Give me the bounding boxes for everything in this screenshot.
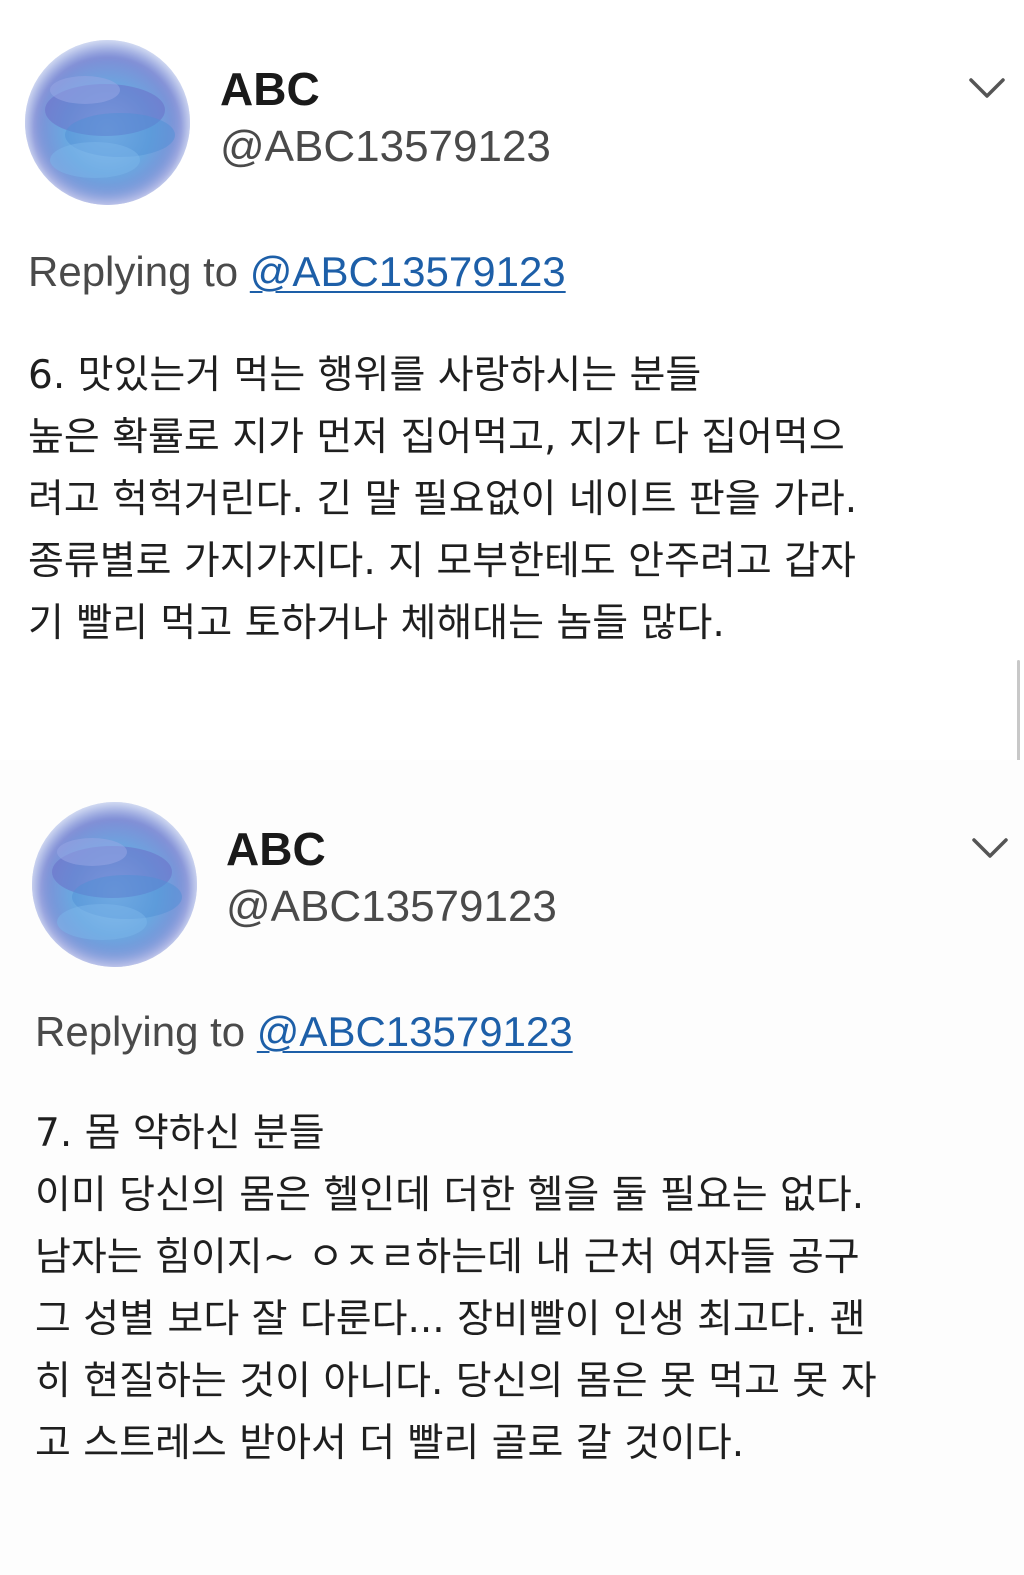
avatar[interactable] bbox=[25, 40, 190, 205]
tweet-body-line: 7. 몸 약하신 분들 bbox=[35, 1111, 325, 1156]
replying-prefix: Replying to bbox=[35, 1008, 257, 1055]
tweet-card-2[interactable]: ABC @ABC13579123 Replying to @ABC1357912… bbox=[0, 760, 1024, 1575]
tweet-body-line: 종류별로 가지가지다. 지 모부한테도 안주려고 갑자 bbox=[28, 539, 856, 584]
tweet-body-line: 이미 당신의 몸은 헬인데 더한 헬을 둘 필요는 없다. bbox=[35, 1173, 865, 1218]
tweet-body-line: 그 성별 보다 잘 다룬다... 장비빨이 인생 최고다. 괜 bbox=[35, 1297, 866, 1342]
mention-link[interactable]: @ABC13579123 bbox=[257, 1008, 573, 1055]
tweet-body-line: 려고 헉헉거린다. 긴 말 필요없이 네이트 판을 가라. bbox=[28, 477, 858, 522]
replying-prefix: Replying to bbox=[28, 248, 250, 295]
user-handle[interactable]: @ABC13579123 bbox=[220, 122, 551, 172]
user-handle[interactable]: @ABC13579123 bbox=[226, 882, 557, 932]
tweet-body-line: 높은 확률로 지가 먼저 집어먹고, 지가 다 집어먹으 bbox=[28, 415, 845, 460]
display-name[interactable]: ABC bbox=[220, 62, 320, 116]
tweet-body: 6. 맛있는거 먹는 행위를 사랑하시는 분들 높은 확률로 지가 먼저 집어먹… bbox=[28, 345, 1018, 655]
tweet-body: 7. 몸 약하신 분들 이미 당신의 몸은 헬인데 더한 헬을 둘 필요는 없다… bbox=[35, 1103, 1024, 1475]
chevron-down-icon[interactable] bbox=[968, 832, 1012, 862]
watercolor-avatar-icon bbox=[52, 838, 182, 940]
tweet-body-line: 고 스트레스 받아서 더 빨리 골로 갈 것이다. bbox=[35, 1421, 745, 1466]
avatar[interactable] bbox=[32, 802, 197, 967]
replying-to: Replying to @ABC13579123 bbox=[35, 1008, 573, 1056]
tweet-body-line: 6. 맛있는거 먹는 행위를 사랑하시는 분들 bbox=[28, 353, 702, 398]
chevron-down-icon[interactable] bbox=[965, 72, 1009, 102]
watercolor-avatar-icon bbox=[45, 76, 175, 178]
tweet-body-line: 기 빨리 먹고 토하거나 체해대는 놈들 많다. bbox=[28, 601, 725, 646]
tweet-body-line: 남자는 힘이지~ ㅇㅈㄹ하는데 내 근처 여자들 공구 bbox=[35, 1235, 860, 1280]
display-name[interactable]: ABC bbox=[226, 822, 326, 876]
replying-to: Replying to @ABC13579123 bbox=[28, 248, 566, 296]
tweet-body-line: 히 현질하는 것이 아니다. 당신의 몸은 못 먹고 못 자 bbox=[35, 1359, 877, 1404]
tweet-card-1[interactable]: ABC @ABC13579123 Replying to @ABC1357912… bbox=[0, 0, 1024, 760]
mention-link[interactable]: @ABC13579123 bbox=[250, 248, 566, 295]
